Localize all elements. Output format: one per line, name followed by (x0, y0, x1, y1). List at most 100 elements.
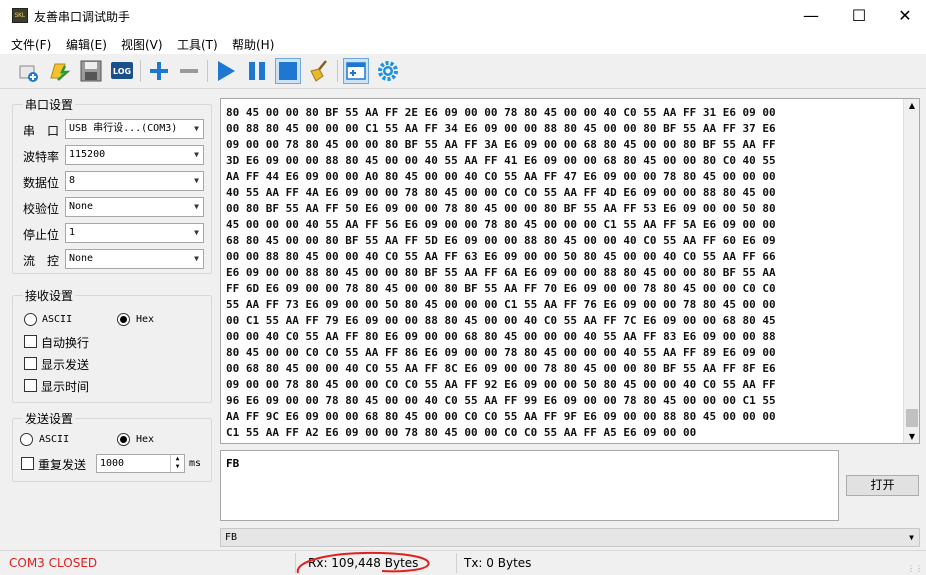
log-button[interactable]: LOG (109, 58, 135, 84)
show-send-checkbox[interactable] (24, 357, 37, 370)
chevron-down-icon: ▼ (909, 533, 914, 542)
scroll-down-icon[interactable]: ▼ (904, 432, 919, 441)
settings-button[interactable] (375, 58, 401, 84)
baud-select[interactable]: 115200 ▼ (65, 145, 204, 165)
parity-select[interactable]: None ▼ (65, 197, 204, 217)
receive-line: 00 88 80 45 00 00 00 C1 55 AA FF 34 E6 0… (226, 122, 776, 135)
maximize-button[interactable]: ☐ (836, 0, 882, 32)
repeat-send-label: 重复发送 (38, 458, 87, 472)
flow-label: 流 控 (23, 254, 60, 268)
clear-button[interactable] (306, 58, 332, 84)
window-title: 友善串口调试助手 (34, 10, 131, 24)
receive-ascii-radio[interactable] (24, 313, 37, 326)
show-time-checkbox[interactable] (24, 379, 37, 392)
port-select[interactable]: USB 串行设...(COM3) ▼ (65, 119, 204, 139)
receive-data-area[interactable]: 80 45 00 00 80 BF 55 AA FF 2E E6 09 00 0… (220, 98, 920, 444)
pause-button[interactable] (244, 58, 270, 84)
plus-icon (150, 62, 168, 80)
toolbar-separator (207, 60, 208, 82)
new-session-button[interactable] (16, 58, 42, 84)
save-button[interactable] (78, 58, 104, 84)
receive-settings-title: 接收设置 (23, 287, 76, 304)
tx-count: Tx: 0 Bytes (464, 556, 532, 570)
receive-hex-radio[interactable] (117, 313, 130, 326)
baud-value: 115200 (69, 149, 106, 160)
port-value: USB 串行设...(COM3) (69, 123, 178, 134)
auto-wrap-checkbox[interactable] (24, 335, 37, 348)
send-ascii-label: ASCII (39, 434, 70, 445)
status-bar: COM3 CLOSED Rx: 109,448 Bytes Tx: 0 Byte… (0, 550, 926, 575)
stop-button[interactable] (275, 58, 301, 84)
menu-bar: 文件(F) 编辑(E) 视图(V) 工具(T) 帮助(H) (0, 32, 926, 54)
open-port-button[interactable]: 打开 (846, 475, 919, 496)
receive-scrollbar[interactable]: ▲ ▼ (903, 99, 919, 443)
minimize-button[interactable]: — (788, 0, 834, 32)
close-button[interactable]: ✕ (882, 0, 926, 32)
open-file-icon (50, 63, 71, 81)
databits-value: 8 (69, 175, 76, 186)
send-settings-group: 发送设置 ASCII Hex 重复发送 1000 ▲ ▼ ms (12, 410, 212, 482)
send-hex-radio[interactable] (117, 433, 130, 446)
receive-line: 45 00 00 00 40 55 AA FF 56 E6 09 00 00 7… (226, 218, 776, 231)
baud-label: 波特率 (23, 150, 60, 164)
send-history-select[interactable]: FB ▼ (220, 528, 920, 547)
window-layout-button[interactable] (343, 58, 369, 84)
flow-select[interactable]: None ▼ (65, 249, 204, 269)
receive-line: FF 6D E6 09 00 00 78 80 45 00 00 80 BF 5… (226, 282, 776, 295)
repeat-interval-input[interactable]: 1000 ▲ ▼ (96, 454, 185, 473)
log-icon-label: LOG (113, 67, 131, 76)
start-button[interactable] (213, 58, 239, 84)
log-icon: LOG (111, 62, 133, 79)
receive-line: 00 80 BF 55 AA FF 50 E6 09 00 00 78 80 4… (226, 202, 776, 215)
gear-icon (378, 61, 398, 81)
open-file-button[interactable] (46, 58, 72, 84)
databits-select[interactable]: 8 ▼ (65, 171, 204, 191)
new-file-icon (19, 65, 38, 82)
toolbar-separator (337, 60, 338, 82)
pause-icon (249, 62, 265, 80)
app-icon: SKL (12, 8, 28, 23)
interval-spin-icon[interactable]: ▲ ▼ (170, 455, 184, 472)
toolbar-separator (140, 60, 141, 82)
menu-file[interactable]: 文件(F) (11, 36, 51, 53)
scroll-up-icon[interactable]: ▲ (904, 101, 919, 110)
status-separator (456, 553, 457, 573)
receive-data-text: 80 45 00 00 80 BF 55 AA FF 2E E6 09 00 0… (226, 105, 898, 441)
remove-window-button[interactable] (176, 58, 202, 84)
receive-line: 00 68 80 45 00 00 40 C0 55 AA FF 8C E6 0… (226, 362, 776, 375)
send-history-value: FB (225, 532, 238, 543)
menu-view[interactable]: 视图(V) (121, 36, 163, 53)
add-window-button[interactable] (146, 58, 172, 84)
parity-label: 校验位 (23, 202, 60, 216)
chevron-down-icon: ▼ (194, 124, 199, 133)
port-status: COM3 CLOSED (9, 556, 98, 570)
repeat-interval-value: 1000 (100, 458, 125, 469)
show-time-label: 显示时间 (41, 380, 90, 394)
repeat-send-checkbox[interactable] (21, 457, 34, 470)
parity-value: None (69, 201, 94, 212)
receive-line: 68 80 45 00 00 80 BF 55 AA FF 5D E6 09 0… (226, 234, 776, 247)
receive-line: 09 00 00 78 80 45 00 00 C0 C0 55 AA FF 9… (226, 378, 776, 391)
menu-help[interactable]: 帮助(H) (232, 36, 274, 53)
stopbits-select[interactable]: 1 ▼ (65, 223, 204, 243)
menu-edit[interactable]: 编辑(E) (66, 36, 107, 53)
send-ascii-radio[interactable] (20, 433, 33, 446)
send-hex-label: Hex (136, 434, 155, 445)
show-send-label: 显示发送 (41, 358, 90, 372)
receive-line: C1 55 AA FF A2 E6 09 00 00 78 80 45 00 0… (226, 426, 697, 439)
send-input-area[interactable]: FB (220, 450, 839, 521)
serial-settings-title: 串口设置 (23, 96, 76, 113)
chevron-down-icon: ▼ (194, 202, 199, 211)
receive-hex-label: Hex (136, 314, 155, 325)
broom-icon (310, 60, 327, 82)
resize-grip-icon[interactable]: ⋮⋮ (907, 564, 923, 573)
send-settings-title: 发送设置 (23, 410, 76, 427)
menu-tools[interactable]: 工具(T) (177, 36, 218, 53)
port-label: 串 口 (23, 124, 60, 138)
scroll-thumb[interactable] (906, 409, 918, 427)
chevron-down-icon: ▼ (194, 254, 199, 263)
receive-line: 09 00 00 78 80 45 00 00 80 BF 55 AA FF 3… (226, 138, 776, 151)
flow-value: None (69, 253, 94, 264)
window-layout-icon (346, 62, 366, 80)
stopbits-value: 1 (69, 227, 76, 238)
